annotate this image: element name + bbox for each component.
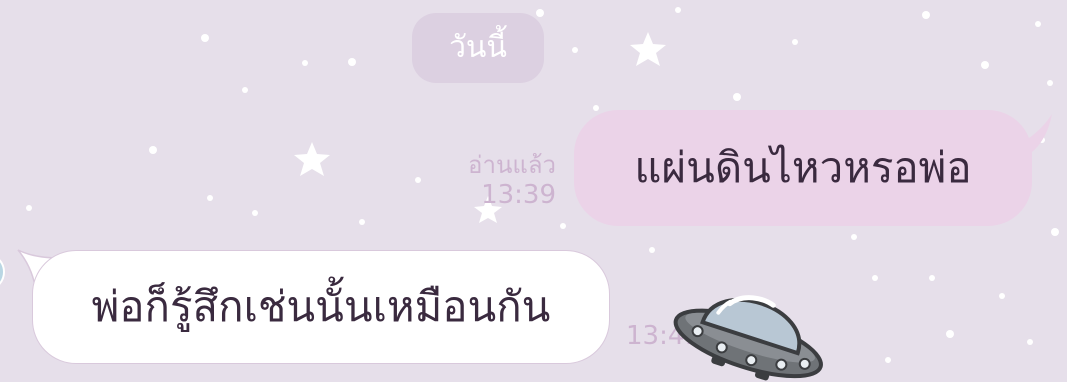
- message-bubble-incoming[interactable]: พ่อก็รู้สึกเช่นนั้นเหมือนกัน: [32, 250, 610, 364]
- read-status: อ่านแล้ว: [468, 151, 556, 179]
- message-meta-outgoing: อ่านแล้ว 13:39: [424, 150, 556, 210]
- message-text: แผ่นดินไหวหรอพ่อ: [634, 143, 972, 192]
- message-time: 13:39: [481, 180, 556, 210]
- avatar[interactable]: [0, 252, 8, 292]
- message-bubble-outgoing[interactable]: แผ่นดินไหวหรอพ่อ: [574, 110, 1032, 226]
- ufo-sticker-icon[interactable]: [672, 262, 834, 382]
- chat-view: วันนี้ อ่านแล้ว 13:39 แผ่นดินไหวหรอพ่อ พ…: [0, 0, 1067, 382]
- message-text: พ่อก็รู้สึกเช่นนั้นเหมือนกัน: [91, 282, 551, 331]
- date-separator: วันนี้: [412, 13, 544, 83]
